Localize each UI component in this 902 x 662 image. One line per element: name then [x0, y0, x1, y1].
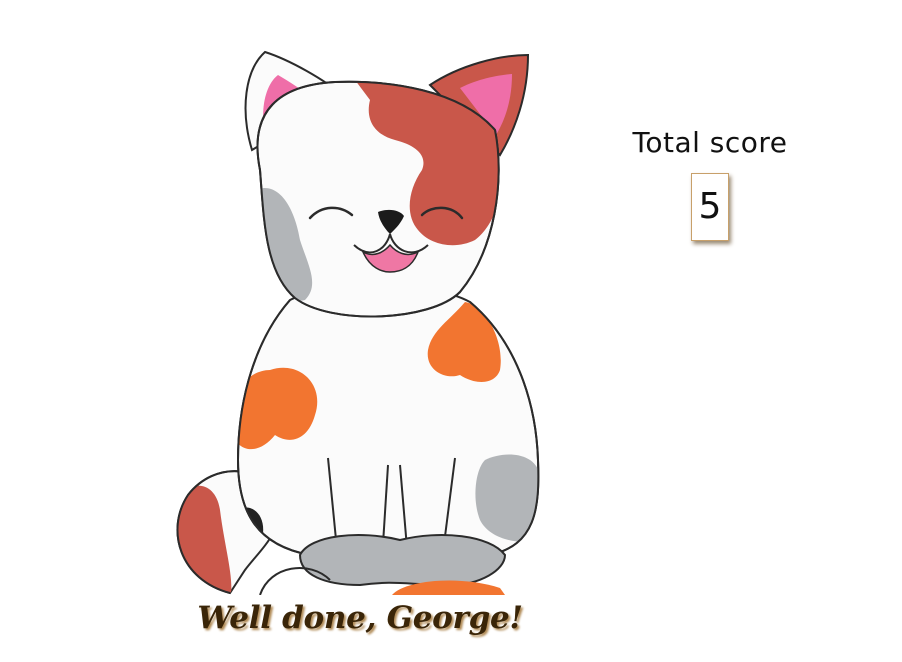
congratulation-message: Well done, George!	[197, 600, 523, 636]
cat-head	[256, 80, 500, 318]
cat-illustration	[160, 40, 560, 595]
total-score-value: 5	[691, 173, 729, 241]
cat-body	[236, 284, 540, 561]
total-score-label: Total score	[632, 126, 788, 159]
score-panel: Total score 5	[600, 126, 820, 241]
cat-icon	[176, 50, 540, 595]
